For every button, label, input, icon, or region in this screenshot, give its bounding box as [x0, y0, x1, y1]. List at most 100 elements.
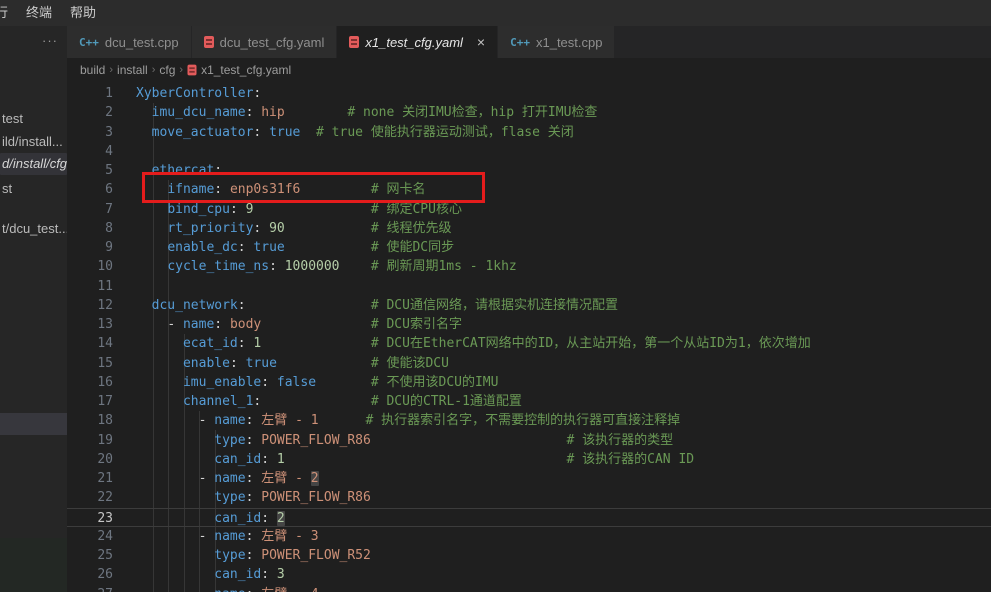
code-text: move_actuator: true # true 使能执行器运动测试，fla… — [113, 123, 574, 142]
code-line[interactable]: 17 channel_1: # DCU的CTRL-1通道配置 — [67, 392, 991, 411]
code-line[interactable]: 25 type: POWER_FLOW_R52 — [67, 546, 991, 565]
code-line[interactable]: 8 rt_priority: 90 # 线程优先级 — [67, 219, 991, 238]
code-lines: 1XyberController:2 imu_dcu_name: hip # n… — [67, 84, 991, 592]
sidebar-item[interactable]: ild/install... — [0, 131, 67, 153]
line-number: 27 — [67, 585, 113, 592]
code-text: can_id: 1 # 该执行器的CAN ID — [113, 450, 694, 469]
code-text: imu_enable: false # 不使用该DCU的IMU — [113, 373, 498, 392]
menu-item-run[interactable]: 行 — [0, 0, 17, 26]
line-number: 24 — [67, 527, 113, 546]
code-line[interactable]: 11 — [67, 277, 991, 296]
code-text: ecat_id: 1 # DCU在EtherCAT网络中的ID，从主站开始，第一… — [113, 334, 811, 353]
code-line[interactable]: 16 imu_enable: false # 不使用该DCU的IMU — [67, 373, 991, 392]
code-text: - name: 左臂 - 4 — [113, 585, 319, 592]
tab-label: dcu_test_cfg.yaml — [220, 35, 325, 50]
tab-label: x1_test_cfg.yaml — [365, 35, 463, 50]
line-number: 15 — [67, 354, 113, 373]
tab-x1-test-cpp[interactable]: C++ x1_test.cpp — [498, 26, 615, 58]
cpp-file-icon: C++ — [79, 36, 99, 49]
line-number: 17 — [67, 392, 113, 411]
breadcrumb-item-cfg[interactable]: cfg — [159, 63, 175, 77]
chevron-right-icon: › — [179, 64, 183, 76]
line-number: 12 — [67, 296, 113, 315]
code-text: type: POWER_FLOW_R86 — [113, 488, 371, 507]
tab-dcu-test-cfg-yaml[interactable]: dcu_test_cfg.yaml — [192, 26, 338, 58]
line-number: 10 — [67, 257, 113, 276]
code-text — [113, 142, 136, 161]
code-line[interactable]: 23 can_id: 2 — [67, 508, 991, 527]
code-text: enable_dc: true # 使能DC同步 — [113, 238, 454, 257]
line-number: 16 — [67, 373, 113, 392]
tab-bar: ··· C++ dcu_test.cpp dcu_test_cfg.yaml x… — [67, 26, 991, 58]
code-line[interactable]: 3 move_actuator: true # true 使能执行器运动测试，f… — [67, 123, 991, 142]
code-line[interactable]: 14 ecat_id: 1 # DCU在EtherCAT网络中的ID，从主站开始… — [67, 334, 991, 353]
line-number: 25 — [67, 546, 113, 565]
code-line[interactable]: 15 enable: true # 使能该DCU — [67, 354, 991, 373]
line-number: 23 — [67, 509, 113, 526]
code-line[interactable]: 20 can_id: 1 # 该执行器的CAN ID — [67, 450, 991, 469]
line-number: 2 — [67, 103, 113, 122]
sidebar-item[interactable]: test — [0, 108, 67, 130]
menu-bar: 行 终端 帮助 — [0, 0, 991, 26]
code-text: rt_priority: 90 # 线程优先级 — [113, 219, 451, 238]
code-text: - name: 左臂 - 3 — [113, 527, 319, 546]
line-number: 20 — [67, 450, 113, 469]
line-number: 5 — [67, 161, 113, 180]
code-line[interactable]: 22 type: POWER_FLOW_R86 — [67, 488, 991, 507]
breadcrumb-item-file[interactable]: x1_test_cfg.yaml — [201, 63, 291, 77]
code-line[interactable]: 27 - name: 左臂 - 4 — [67, 585, 991, 592]
code-line[interactable]: 12 dcu_network: # DCU通信网络，请根据实机连接情况配置 — [67, 296, 991, 315]
tab-label: dcu_test.cpp — [105, 35, 179, 50]
code-line[interactable]: 4 — [67, 142, 991, 161]
yaml-file-icon — [204, 36, 214, 48]
breadcrumb-item-build[interactable]: build — [80, 63, 105, 77]
code-text: cycle_time_ns: 1000000 # 刷新周期1ms - 1khz — [113, 257, 517, 276]
code-text: XyberController: — [113, 84, 261, 103]
code-text: - name: body # DCU索引名字 — [113, 315, 462, 334]
code-line[interactable]: 10 cycle_time_ns: 1000000 # 刷新周期1ms - 1k… — [67, 257, 991, 276]
code-line[interactable]: 1XyberController: — [67, 84, 991, 103]
code-line[interactable]: 9 enable_dc: true # 使能DC同步 — [67, 238, 991, 257]
annotation-highlight-box — [142, 172, 485, 203]
code-text: enable: true # 使能该DCU — [113, 354, 449, 373]
sidebar-item[interactable]: st — [0, 178, 67, 200]
tab-label: x1_test.cpp — [536, 35, 603, 50]
line-number: 22 — [67, 488, 113, 507]
code-line[interactable]: 18 - name: 左臂 - 1 # 执行器索引名字，不需要控制的执行器可直接… — [67, 411, 991, 430]
code-text: dcu_network: # DCU通信网络，请根据实机连接情况配置 — [113, 296, 618, 315]
yaml-file-icon — [349, 36, 359, 48]
code-line[interactable]: 13 - name: body # DCU索引名字 — [67, 315, 991, 334]
close-icon[interactable]: × — [477, 35, 485, 49]
code-text: channel_1: # DCU的CTRL-1通道配置 — [113, 392, 522, 411]
code-line[interactable]: 2 imu_dcu_name: hip # none 关闭IMU检查，hip 打… — [67, 103, 991, 122]
code-text: type: POWER_FLOW_R86 # 该执行器的类型 — [113, 431, 673, 450]
code-text: can_id: 2 — [113, 509, 285, 526]
line-number: 26 — [67, 565, 113, 584]
line-number: 14 — [67, 334, 113, 353]
line-number: 13 — [67, 315, 113, 334]
more-actions-icon[interactable]: ··· — [33, 26, 67, 58]
line-number: 19 — [67, 431, 113, 450]
line-number: 3 — [67, 123, 113, 142]
sidebar-item[interactable]: t/dcu_test... — [0, 218, 67, 240]
code-editor[interactable]: 1XyberController:2 imu_dcu_name: hip # n… — [67, 82, 991, 592]
code-text: - name: 左臂 - 1 # 执行器索引名字，不需要控制的执行器可直接注释掉 — [113, 411, 680, 430]
line-number: 9 — [67, 238, 113, 257]
menu-item-help[interactable]: 帮助 — [61, 0, 105, 26]
sidebar-item[interactable]: d/install/cfg — [0, 153, 67, 175]
tab-x1-test-cfg-yaml[interactable]: x1_test_cfg.yaml × — [337, 26, 498, 58]
line-number: 6 — [67, 180, 113, 199]
code-line[interactable]: 24 - name: 左臂 - 3 — [67, 527, 991, 546]
code-line[interactable]: 21 - name: 左臂 - 2 — [67, 469, 991, 488]
sidebar-selected-row[interactable] — [0, 413, 67, 435]
menu-item-terminal[interactable]: 终端 — [17, 0, 61, 26]
code-line[interactable]: 26 can_id: 3 — [67, 565, 991, 584]
tab-dcu-test-cpp[interactable]: C++ dcu_test.cpp — [67, 26, 192, 58]
chevron-right-icon: › — [109, 64, 113, 76]
sidebar: testild/install...d/install/cfg st t/dcu_t… — [0, 26, 67, 592]
code-text: imu_dcu_name: hip # none 关闭IMU检查，hip 打开I… — [113, 103, 597, 122]
code-line[interactable]: 19 type: POWER_FLOW_R86 # 该执行器的类型 — [67, 431, 991, 450]
breadcrumb-item-install[interactable]: install — [117, 63, 148, 77]
sidebar-bottom-panel — [0, 538, 67, 592]
line-number: 18 — [67, 411, 113, 430]
